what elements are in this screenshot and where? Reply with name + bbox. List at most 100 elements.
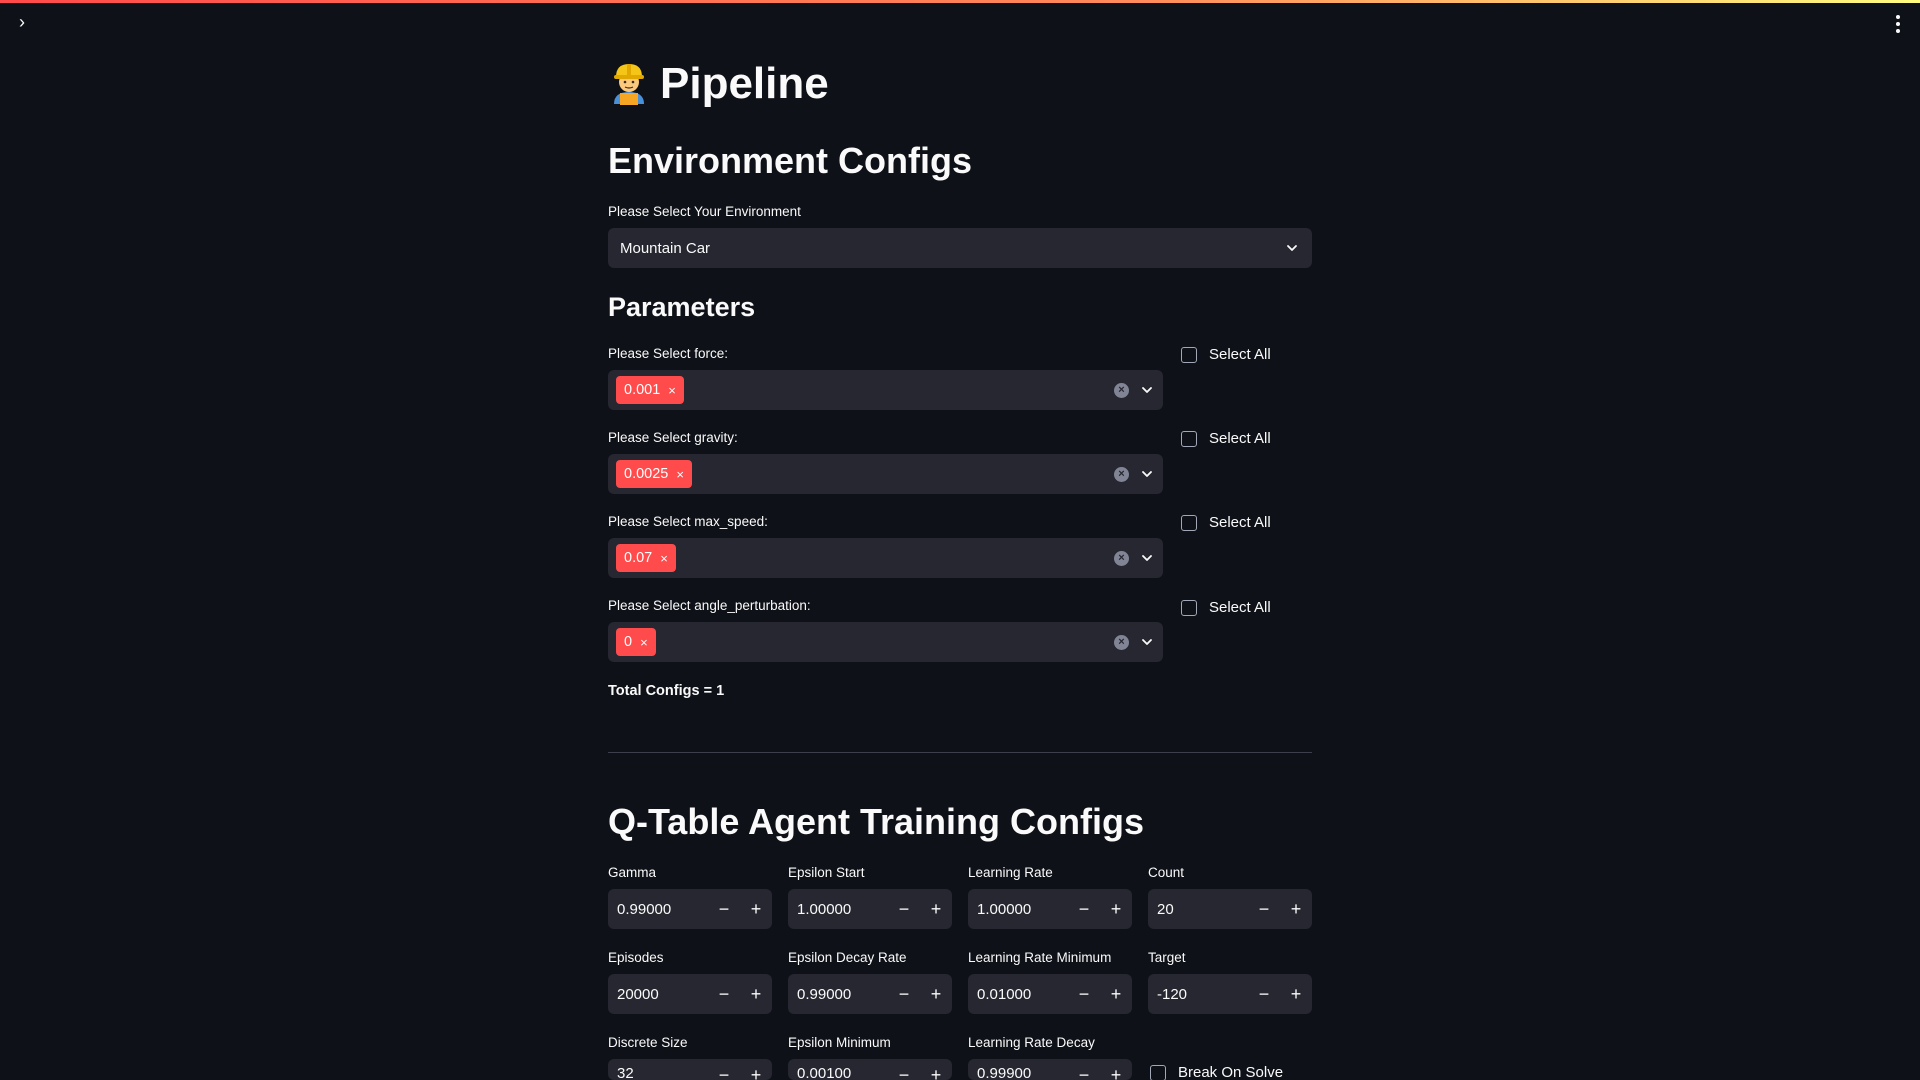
epsilon-start-value[interactable]: 1.00000 <box>788 901 888 918</box>
top-decoration-bar <box>0 0 1920 3</box>
target-input[interactable]: -120 − + <box>1148 974 1312 1014</box>
learning-rate-decay-value[interactable]: 0.99900 <box>968 1065 1068 1080</box>
count-increment-button[interactable]: + <box>1280 889 1312 929</box>
epsilon-decay-rate-increment-button[interactable]: + <box>920 974 952 1014</box>
force-chip: 0.001 × <box>616 376 684 404</box>
environment-configs-heading: Environment Configs <box>608 140 973 181</box>
chevron-down-icon[interactable] <box>1139 466 1155 482</box>
target-decrement-button[interactable]: − <box>1248 974 1280 1014</box>
gravity-select-all[interactable]: Select All <box>1181 430 1271 447</box>
section-divider <box>608 752 1312 753</box>
close-icon[interactable]: × <box>676 467 684 482</box>
clear-circle-icon[interactable]: × <box>1114 634 1129 650</box>
epsilon-decay-rate-value[interactable]: 0.99000 <box>788 986 888 1003</box>
force-label: Please Select force: <box>608 346 729 361</box>
max-speed-select-all-checkbox[interactable] <box>1181 514 1197 531</box>
force-select-all[interactable]: Select All <box>1181 346 1271 363</box>
epsilon-start-decrement-button[interactable]: − <box>888 889 920 929</box>
target-increment-button[interactable]: + <box>1280 974 1312 1014</box>
discrete-size-input[interactable]: 32 − + <box>608 1059 772 1080</box>
max-speed-chip-value: 0.07 <box>624 550 653 566</box>
gamma-decrement-button[interactable]: − <box>708 889 740 929</box>
environment-selectbox[interactable]: Mountain Car <box>608 228 1312 268</box>
learning-rate-decay-increment-button[interactable]: + <box>1100 1065 1132 1080</box>
epsilon-minimum-input[interactable]: 0.00100 − + <box>788 1059 952 1080</box>
epsilon-decay-rate-decrement-button[interactable]: − <box>888 974 920 1014</box>
gravity-label: Please Select gravity: <box>608 430 738 445</box>
epsilon-minimum-increment-button[interactable]: + <box>920 1065 952 1080</box>
angle-perturbation-multiselect[interactable]: 0 × × <box>608 622 1163 662</box>
epsilon-minimum-value[interactable]: 0.00100 <box>788 1065 888 1080</box>
environment-selected-value: Mountain Car <box>620 239 711 257</box>
sidebar-toggle-chevron-right-icon[interactable]: › <box>12 12 32 32</box>
episodes-increment-button[interactable]: + <box>740 974 772 1014</box>
learning-rate-minimum-increment-button[interactable]: + <box>1100 974 1132 1014</box>
gamma-value[interactable]: 0.99000 <box>608 901 708 918</box>
clear-circle-icon[interactable]: × <box>1114 550 1129 566</box>
force-select-all-checkbox[interactable] <box>1181 346 1197 363</box>
count-input[interactable]: 20 − + <box>1148 889 1312 929</box>
page-title: Pipeline <box>608 54 829 114</box>
max-speed-multiselect[interactable]: 0.07 × × <box>608 538 1163 578</box>
clear-circle-icon[interactable]: × <box>1114 382 1129 398</box>
learning-rate-input[interactable]: 1.00000 − + <box>968 889 1132 929</box>
learning-rate-minimum-decrement-button[interactable]: − <box>1068 974 1100 1014</box>
gravity-select-all-checkbox[interactable] <box>1181 430 1197 447</box>
force-chip-value: 0.001 <box>624 382 661 398</box>
gravity-chip: 0.0025 × <box>616 460 692 488</box>
chevron-down-icon <box>1287 245 1297 251</box>
gamma-input[interactable]: 0.99000 − + <box>608 889 772 929</box>
angle-perturbation-select-all-checkbox[interactable] <box>1181 599 1197 616</box>
max-speed-select-all[interactable]: Select All <box>1181 514 1271 531</box>
chevron-down-icon[interactable] <box>1139 634 1155 650</box>
gravity-multiselect[interactable]: 0.0025 × × <box>608 454 1163 494</box>
learning-rate-decay-input[interactable]: 0.99900 − + <box>968 1059 1132 1080</box>
discrete-size-label: Discrete Size <box>608 1035 688 1050</box>
epsilon-decay-rate-label: Epsilon Decay Rate <box>788 950 907 965</box>
close-icon[interactable]: × <box>668 383 676 398</box>
count-decrement-button[interactable]: − <box>1248 889 1280 929</box>
episodes-input[interactable]: 20000 − + <box>608 974 772 1014</box>
break-on-solve-checkbox[interactable] <box>1150 1064 1166 1080</box>
gamma-increment-button[interactable]: + <box>740 889 772 929</box>
learning-rate-label: Learning Rate <box>968 865 1053 880</box>
force-select-all-label: Select All <box>1209 346 1271 363</box>
epsilon-minimum-decrement-button[interactable]: − <box>888 1065 920 1080</box>
episodes-decrement-button[interactable]: − <box>708 974 740 1014</box>
clear-circle-icon[interactable]: × <box>1114 466 1129 482</box>
close-icon[interactable]: × <box>660 551 668 566</box>
target-label: Target <box>1148 950 1186 965</box>
force-multiselect[interactable]: 0.001 × × <box>608 370 1163 410</box>
epsilon-decay-rate-input[interactable]: 0.99000 − + <box>788 974 952 1014</box>
break-on-solve[interactable]: Break On Solve <box>1150 1064 1283 1080</box>
gravity-chip-value: 0.0025 <box>624 466 669 482</box>
episodes-label: Episodes <box>608 950 664 965</box>
construction-worker-icon <box>608 60 650 108</box>
learning-rate-decay-decrement-button[interactable]: − <box>1068 1065 1100 1080</box>
target-value[interactable]: -120 <box>1148 986 1248 1003</box>
angle-perturbation-select-all[interactable]: Select All <box>1181 599 1271 616</box>
gravity-select-all-label: Select All <box>1209 430 1271 447</box>
page-title-text: Pipeline <box>660 59 829 108</box>
discrete-size-decrement-button[interactable]: − <box>708 1065 740 1080</box>
epsilon-start-input[interactable]: 1.00000 − + <box>788 889 952 929</box>
epsilon-start-label: Epsilon Start <box>788 865 865 880</box>
learning-rate-value[interactable]: 1.00000 <box>968 901 1068 918</box>
episodes-value[interactable]: 20000 <box>608 986 708 1003</box>
learning-rate-minimum-value[interactable]: 0.01000 <box>968 986 1068 1003</box>
main-menu-kebab-icon[interactable] <box>1888 12 1908 36</box>
learning-rate-decay-label: Learning Rate Decay <box>968 1035 1095 1050</box>
epsilon-start-increment-button[interactable]: + <box>920 889 952 929</box>
parameters-heading: Parameters <box>608 292 756 322</box>
chevron-down-icon[interactable] <box>1139 382 1155 398</box>
max-speed-select-all-label: Select All <box>1209 514 1271 531</box>
chevron-down-icon[interactable] <box>1139 550 1155 566</box>
max-speed-label: Please Select max_speed: <box>608 514 768 529</box>
learning-rate-minimum-input[interactable]: 0.01000 − + <box>968 974 1132 1014</box>
discrete-size-value[interactable]: 32 <box>608 1065 708 1080</box>
close-icon[interactable]: × <box>640 635 648 650</box>
learning-rate-increment-button[interactable]: + <box>1100 889 1132 929</box>
count-value[interactable]: 20 <box>1148 901 1248 918</box>
learning-rate-decrement-button[interactable]: − <box>1068 889 1100 929</box>
discrete-size-increment-button[interactable]: + <box>740 1065 772 1080</box>
